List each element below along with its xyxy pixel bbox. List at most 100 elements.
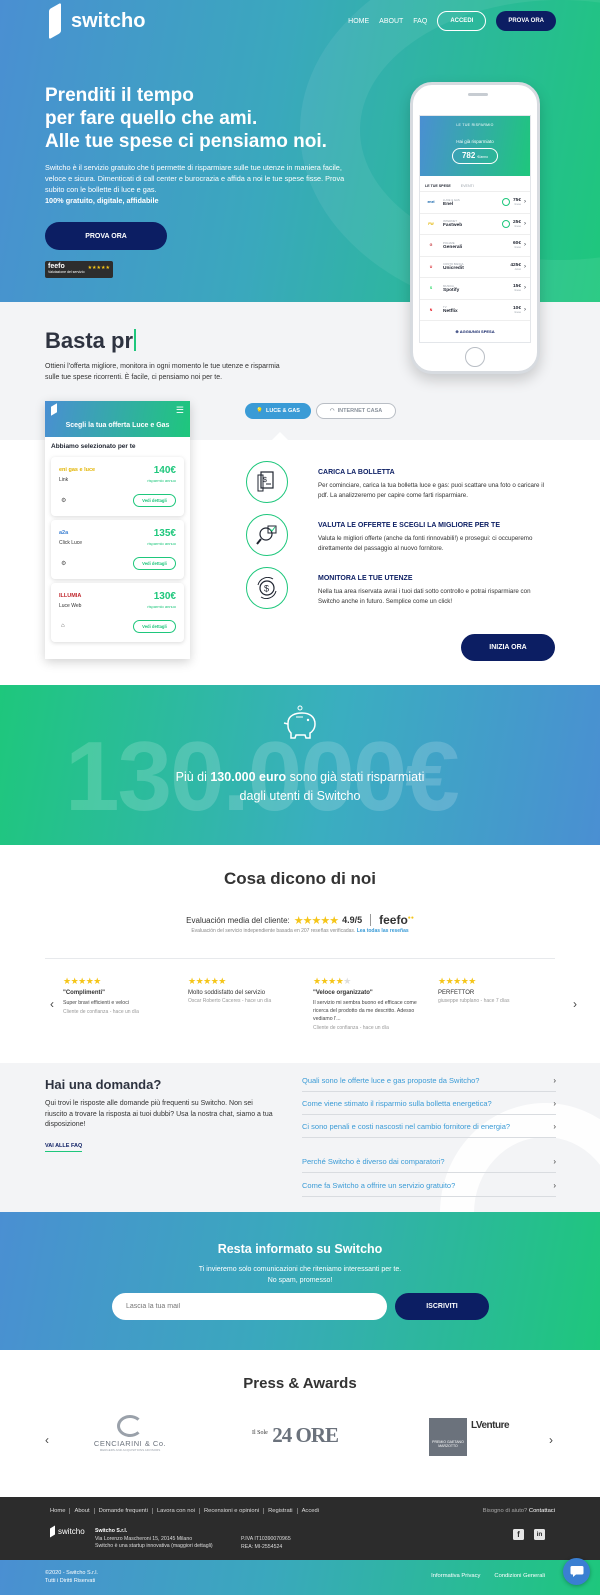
phone-expense-row[interactable]: FW INTERNET Fastweb 25€/mese ›	[420, 214, 530, 235]
press-logo-sole24ore[interactable]: Il Sole 24 ORE	[252, 1423, 352, 1453]
nav-faq[interactable]: FAQ	[413, 18, 427, 25]
expense-provider: Unicredit	[443, 266, 464, 272]
cenciarini-name: CENCIARINI & Co.	[93, 1439, 167, 1448]
subscribe-button[interactable]: ISCRIVITI	[395, 1293, 489, 1320]
chevron-right-icon: ›	[524, 220, 526, 227]
footer-link[interactable]: Registrati	[264, 1508, 298, 1514]
read-all-reviews-link[interactable]: Lea todas las reseñas	[357, 928, 409, 934]
contact-link[interactable]: Contattaci	[529, 1508, 555, 1514]
review-title: "Complimenti"	[63, 990, 106, 996]
bulb-icon: 💡	[256, 408, 263, 414]
footer-address: Via Lorenzo Mascheroni 15, 20145 Milano	[95, 1535, 193, 1542]
hero-try-now-button[interactable]: PROVA ORA	[45, 222, 167, 250]
faq-question[interactable]: Ci sono penali e costi nascosti nel camb…	[302, 1122, 556, 1138]
reviews-next-arrow-icon[interactable]: ›	[573, 997, 577, 1011]
divider	[370, 914, 372, 926]
facebook-icon[interactable]: f	[513, 1529, 524, 1540]
press-prev-arrow-icon[interactable]: ‹	[45, 1433, 49, 1447]
chat-button[interactable]	[563, 1558, 590, 1585]
footer-bottom-bar: ©2020 - Switcho S.r.l. Tutti i Diritti Ri…	[0, 1560, 600, 1595]
phone-add-expense[interactable]: ⊕ AGGIUNGI SPESA	[420, 321, 530, 334]
offer-details-button[interactable]: Vedi dettagli	[133, 557, 176, 570]
step-3-title: MONITORA LE TUE UTENZE	[318, 575, 413, 582]
svg-text:$: $	[264, 584, 269, 594]
phone-expense-row[interactable]: S MUSICA Spotify 15€/mese ›	[420, 278, 530, 300]
footer-rea: REA: MI-2554524	[241, 1543, 283, 1550]
press-next-arrow-icon[interactable]: ›	[549, 1433, 553, 1447]
feefo-logo[interactable]: feefo●●	[379, 913, 414, 927]
faq-question-text: Come viene stimato il risparmio sulla bo…	[302, 1099, 492, 1108]
newsletter-email-input[interactable]	[112, 1293, 387, 1320]
feefo-badge[interactable]: feefo Valutazione del servizio ★★★★★	[45, 261, 113, 278]
nav-home[interactable]: HOME	[348, 18, 369, 25]
faq-question[interactable]: Come fa Switcho a offrire un servizio gr…	[302, 1181, 556, 1197]
phone-expense-row[interactable]: enel LUCE & GAS Enel 75€/mese ›	[420, 192, 530, 214]
tab-internet-casa[interactable]: ◠ INTERNET CASA	[316, 403, 396, 419]
rating-stars-icon: ★★★★★	[293, 914, 339, 927]
phone-expense-row[interactable]: N TV Netflix 10€/mese ›	[420, 300, 530, 321]
feefo-logo-text: feefo	[379, 913, 408, 927]
savings-msg-line2: dagli utenti di Switcho	[239, 789, 361, 803]
offer-header: ☰ Scegli la tua offerta Luce e Gas	[45, 401, 190, 437]
brand-logo[interactable]: switcho	[45, 6, 145, 36]
offer-card: a2a Click Luce 135€ risparmio annuo ⚙ Vedi de…	[51, 520, 184, 579]
footer-startup[interactable]: Switcho è una startup innovativa (maggio…	[95, 1543, 213, 1549]
expense-price-unit: /mese	[514, 246, 521, 250]
footer-link[interactable]: Accedi	[298, 1508, 323, 1514]
faq-question[interactable]: Quali sono le offerte luce e gas propost…	[302, 1076, 556, 1092]
footer-copyright: ©2020 - Switcho S.r.l. Tutti i Diritti Ri…	[45, 1569, 98, 1585]
basta-heading: Basta pr	[45, 328, 137, 354]
footer-link[interactable]: Domande frequenti	[95, 1508, 153, 1514]
faq-question[interactable]: Come viene stimato il risparmio sulla bo…	[302, 1099, 556, 1115]
sole-sub: Il Sole	[252, 1430, 268, 1436]
typing-caret	[134, 329, 137, 351]
try-now-button[interactable]: PROVA ORA	[496, 11, 556, 31]
privacy-link[interactable]: Informativa Privacy	[431, 1573, 480, 1579]
review-card[interactable]: ★★★★★ "Complimenti" Super bravi efficienti…	[63, 976, 173, 1015]
expense-name: INTERNET Fastweb	[438, 219, 502, 228]
reviews-subtext: Evaluación del servicio independiente ba…	[0, 928, 600, 934]
linkedin-icon[interactable]: in	[534, 1529, 545, 1540]
faq-question-text: Perché Switcho è diverso dai comparatori…	[302, 1157, 445, 1166]
chevron-right-icon: ›	[553, 1157, 556, 1166]
newsletter-line-1: Ti invieremo solo comunicazioni che rite…	[198, 1266, 402, 1273]
conditions-link[interactable]: Condizioni Generali	[494, 1573, 545, 1579]
press-logo-lventure[interactable]: PREMIO GAETANO MARZOTTO LVenture	[429, 1418, 515, 1458]
tab-luce-gas[interactable]: 💡 LUCE & GAS	[245, 403, 311, 419]
footer: Home About Domande frequenti Lavora con noi…	[0, 1497, 600, 1560]
expense-name: LUCE & GAS Enel	[438, 198, 502, 207]
review-card[interactable]: ★★★★★ Molto soddisfatto del servizio Oscar…	[188, 976, 298, 1004]
expense-provider: Spotify	[443, 287, 460, 293]
offer-details-button[interactable]: Vedi dettagli	[133, 620, 176, 633]
nav-about[interactable]: ABOUT	[379, 18, 403, 25]
cenciarini-sub: MERGERS AND ACQUISITIONS ADVISORS	[99, 1448, 161, 1452]
start-now-button[interactable]: INIZIA ORA	[461, 634, 555, 661]
expense-price-unit: /mese	[514, 289, 521, 293]
login-button[interactable]: ACCEDI	[437, 11, 487, 31]
review-card[interactable]: ★★★★★ "Veloce organizzato" Il servizio mi …	[313, 976, 423, 1031]
footer-legal-links: Informativa Privacy Condizioni Generali	[431, 1573, 545, 1579]
phone-tab-eventi[interactable]: EVENTI	[461, 184, 474, 188]
phone-tab-spese[interactable]: LE TUE SPESE	[425, 184, 451, 188]
footer-logo[interactable]: switcho	[50, 1525, 85, 1538]
offer-subtitle: Abbiamo selezionato per te	[51, 443, 136, 450]
press-title: Press & Awards	[243, 1375, 357, 1392]
footer-piva: P.IVA IT10390070965	[241, 1536, 291, 1542]
phone-expense-row[interactable]: G POLIZZE Generali 60€/mese ›	[420, 235, 530, 257]
offer-details-button[interactable]: Vedi dettagli	[133, 494, 176, 507]
phone-expense-row[interactable]: U CONTO BANCA Unicredit 425€/anno ›	[420, 257, 530, 278]
footer-link[interactable]: Lavora con noi	[153, 1508, 200, 1514]
faq-question[interactable]: Perché Switcho è diverso dai comparatori…	[302, 1157, 556, 1173]
footer-link[interactable]: Recensioni e opinioni	[200, 1508, 265, 1514]
footer-link[interactable]: About	[70, 1508, 95, 1514]
review-card[interactable]: ★★★★★ PERFETTOR giuseppe rubplano - hace 7…	[438, 976, 548, 1004]
footer-link[interactable]: Home	[50, 1508, 71, 1514]
phone-expense-list: enel LUCE & GAS Enel 75€/mese › FW INTERNET Fas…	[420, 192, 530, 321]
review-author: Cliente de confianza - hace un día	[63, 1009, 139, 1015]
reviews-prev-arrow-icon[interactable]: ‹	[50, 997, 54, 1011]
go-to-faq-link[interactable]: VAI ALLE FAQ	[45, 1143, 83, 1152]
expense-name: POLIZZE Generali	[438, 241, 513, 250]
press-logo-cenciarini[interactable]: CENCIARINI & Co. MERGERS AND ACQUISITION…	[85, 1415, 175, 1460]
savings-banner: 130.000€ Più di 130.000 euro sono già st…	[0, 685, 600, 845]
hamburger-menu-icon[interactable]: ☰	[176, 405, 184, 416]
